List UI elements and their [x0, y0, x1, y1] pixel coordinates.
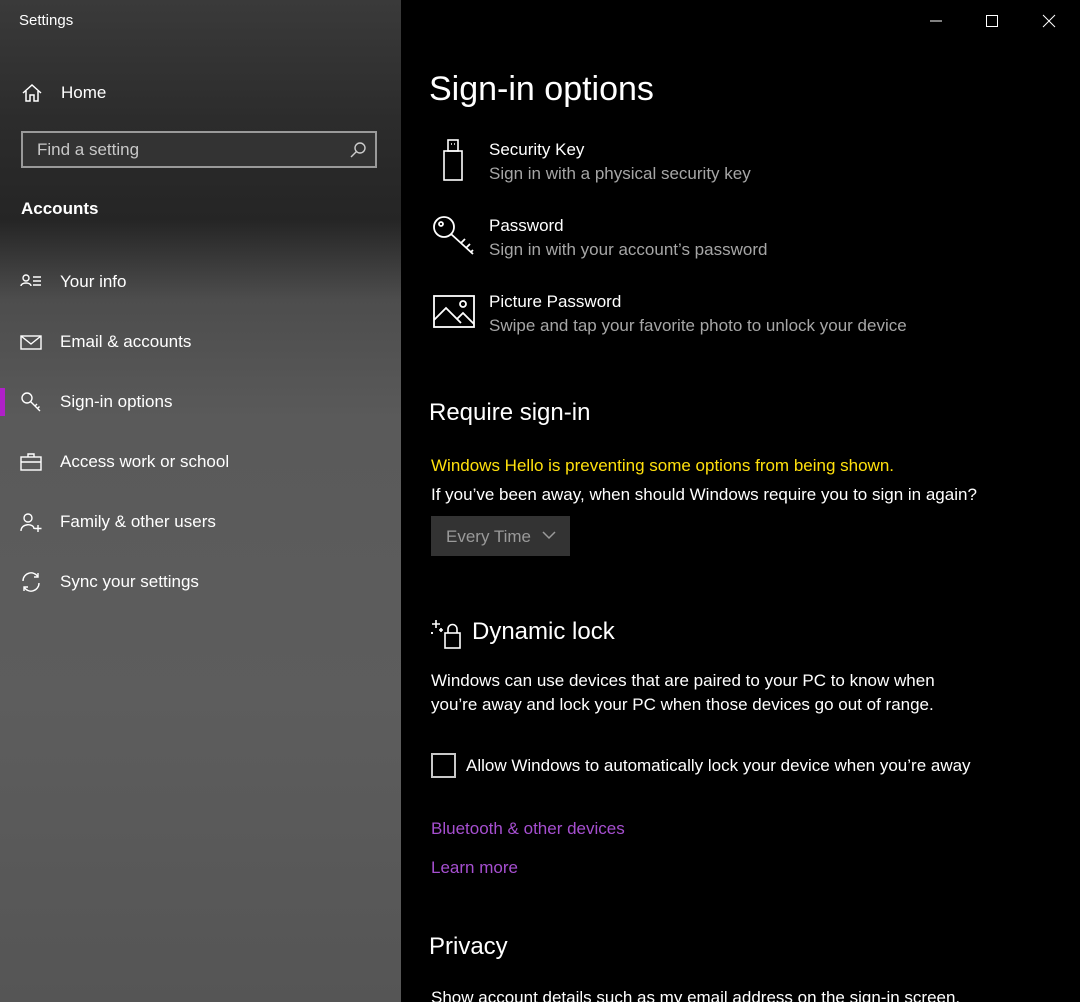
option-subtitle: Swipe and tap your favorite photo to unl… [489, 316, 907, 335]
option-picture-password[interactable]: Picture Password Swipe and tap your favo… [429, 290, 1049, 346]
search-box[interactable] [21, 131, 377, 168]
dynamic-lock-checkbox-label[interactable]: Allow Windows to automatically lock your… [466, 756, 971, 776]
learn-more-link[interactable]: Learn more [431, 858, 518, 878]
option-subtitle: Sign in with a physical security key [489, 164, 751, 183]
option-password[interactable]: Password Sign in with your account’s pas… [429, 214, 1049, 270]
app-title: Settings [19, 12, 74, 29]
sidebar-home[interactable]: Home [0, 72, 401, 114]
close-icon [1042, 14, 1056, 28]
section-title: Accounts [21, 199, 99, 218]
briefcase-icon [20, 451, 42, 473]
hello-warning: Windows Hello is preventing some options… [431, 456, 895, 475]
usb-key-icon [431, 138, 477, 184]
mail-icon [20, 331, 42, 353]
search-input[interactable] [37, 133, 337, 166]
sidebar-item-your-info[interactable]: Your info [0, 259, 401, 305]
require-signin-dropdown[interactable]: Every Time [431, 516, 570, 556]
search-icon[interactable] [349, 141, 367, 159]
password-key-icon [431, 214, 477, 260]
person-list-icon [20, 271, 42, 293]
minimize-icon [930, 20, 942, 22]
option-title: Password [489, 216, 564, 235]
require-signin-heading: Require sign-in [429, 399, 591, 426]
home-icon [21, 82, 43, 104]
option-subtitle: Sign in with your account’s password [489, 240, 768, 259]
sidebar-item-label: Email & accounts [60, 332, 192, 351]
sidebar-item-family-users[interactable]: Family & other users [0, 499, 401, 545]
bluetooth-devices-link[interactable]: Bluetooth & other devices [431, 819, 625, 839]
page-title: Sign-in options [429, 70, 654, 108]
sidebar-item-email-accounts[interactable]: Email & accounts [0, 319, 401, 365]
maximize-icon [986, 15, 998, 27]
sidebar-item-label: Sign-in options [60, 392, 173, 411]
dynamic-lock-checkbox[interactable] [431, 753, 456, 778]
minimize-button[interactable] [908, 0, 964, 42]
option-title: Picture Password [489, 292, 622, 311]
sidebar-item-sync-settings[interactable]: Sync your settings [0, 559, 401, 605]
sidebar-item-sign-in-options[interactable]: Sign-in options [0, 379, 401, 425]
dynamic-lock-desc-1: Windows can use devices that are paired … [431, 671, 935, 690]
maximize-button[interactable] [964, 0, 1020, 42]
person-add-icon [20, 511, 42, 533]
option-security-key[interactable]: Security Key Sign in with a physical sec… [429, 138, 1049, 194]
sidebar-home-label: Home [61, 83, 107, 102]
key-icon [20, 391, 42, 413]
chevron-down-icon [542, 531, 556, 540]
dropdown-value: Every Time [446, 527, 532, 546]
require-signin-question: If you’ve been away, when should Windows… [431, 485, 977, 504]
sidebar-item-access-work[interactable]: Access work or school [0, 439, 401, 485]
sync-icon [20, 571, 42, 593]
dynamic-lock-heading: Dynamic lock [472, 618, 615, 645]
sidebar-item-label: Family & other users [60, 512, 216, 531]
dynamic-lock-desc-2: you’re away and lock your PC when those … [431, 695, 934, 714]
dynamic-lock-icon [429, 618, 463, 655]
privacy-desc: Show account details such as my email ad… [431, 988, 961, 1002]
picture-icon [431, 290, 477, 336]
sidebar-item-label: Sync your settings [60, 572, 199, 591]
option-title: Security Key [489, 140, 585, 159]
sidebar-item-label: Access work or school [60, 452, 230, 471]
privacy-heading: Privacy [429, 933, 508, 960]
active-indicator [0, 388, 5, 416]
close-button[interactable] [1021, 0, 1077, 42]
main-content: Sign-in options Security Key Sign in wit… [401, 0, 1080, 1002]
sidebar-item-label: Your info [60, 272, 127, 291]
sidebar: Settings Home Accounts Your info [0, 0, 401, 1002]
